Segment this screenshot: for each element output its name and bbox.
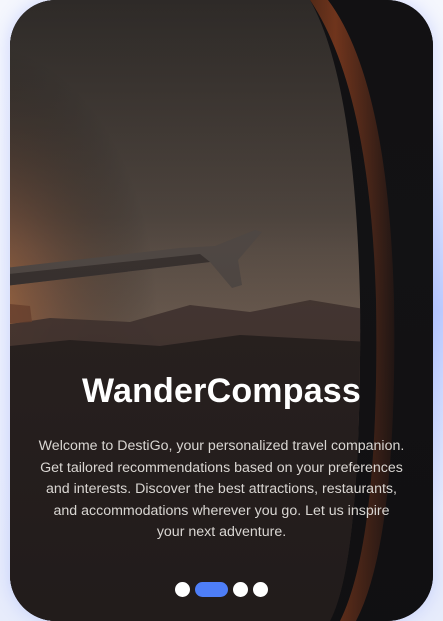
page-dot-1[interactable] — [175, 581, 190, 597]
page-dot-2-active[interactable] — [195, 581, 228, 597]
page-dot-3[interactable] — [233, 581, 248, 597]
page-dot-4[interactable] — [253, 581, 268, 597]
welcome-description: Welcome to DestiGo, your personalized tr… — [38, 438, 405, 540]
app-title: WanderCompass — [81, 372, 362, 410]
page-indicator — [10, 581, 433, 597]
onboarding-card: WanderCompass Welcome to DestiGo, your p… — [10, 0, 433, 621]
